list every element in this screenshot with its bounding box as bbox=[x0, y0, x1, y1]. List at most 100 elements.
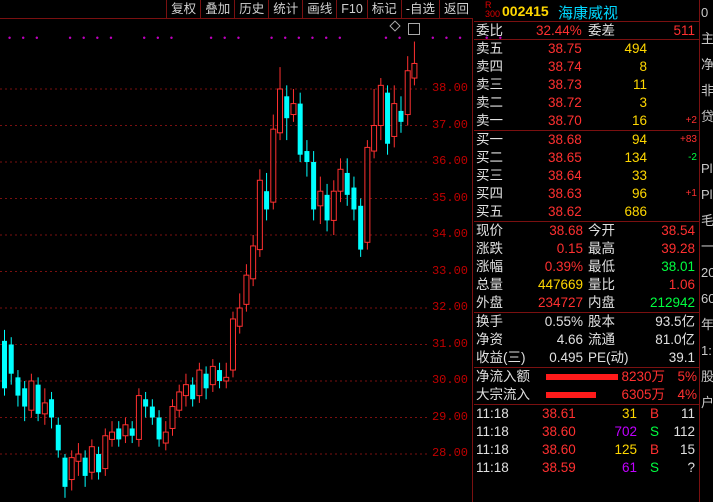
candle-body bbox=[203, 373, 209, 389]
tick-time: 11:18 bbox=[476, 460, 509, 475]
ask-row[interactable]: 卖三 38.73 11 bbox=[474, 76, 699, 94]
candle-body bbox=[143, 399, 149, 407]
quote-label: 收益(三) bbox=[476, 350, 526, 365]
quote-value: 0.55% bbox=[544, 314, 583, 329]
flow-value: 6305万 bbox=[621, 387, 665, 402]
quote-value: 38.01 bbox=[661, 259, 695, 274]
level-label: 卖四 bbox=[476, 59, 503, 74]
stock-header: R 300 002415 海康威视 bbox=[474, 0, 699, 22]
quote-value: 447669 bbox=[537, 277, 583, 292]
fundamentals-grid: 换手 0.55% 股本 93.5亿 净资 4.66 流通 81.0亿 收益(三) 0.495 PE(… bbox=[474, 313, 699, 368]
candle-body bbox=[35, 384, 41, 414]
quote-label: PE(动) bbox=[588, 350, 629, 365]
kline-chart[interactable]: • • • • • • • • • • • • • • • • • • • • … bbox=[0, 19, 502, 502]
quote-row: 现价 38.68 今开 38.54 bbox=[474, 222, 699, 240]
bid-book: 买一 38.68 94 +83 买二 38.65 134 -2 买三 38.64 33 买四 38.63… bbox=[474, 131, 699, 222]
bid-row[interactable]: 买二 38.65 134 -2 bbox=[474, 149, 699, 167]
right-edge-panel: 0 主净非贷 Pl Pl 毛一 20 60 年 1: 股户 bbox=[699, 0, 713, 502]
level-volume: 3 bbox=[639, 95, 647, 110]
bid-row[interactable]: 买三 38.64 33 bbox=[474, 167, 699, 185]
stock-name[interactable]: 海康威视 bbox=[558, 2, 618, 23]
candle-body bbox=[277, 88, 284, 134]
flow-bar bbox=[546, 392, 596, 398]
tick-price: 38.60 bbox=[542, 442, 576, 457]
candle-body bbox=[371, 125, 378, 152]
level-volume: 11 bbox=[632, 77, 647, 92]
level-label: 卖二 bbox=[476, 95, 503, 110]
level-label: 卖一 bbox=[476, 113, 503, 128]
edge-label: 毛 bbox=[701, 213, 713, 228]
quote-value: 4.66 bbox=[556, 332, 583, 347]
candle-body bbox=[324, 194, 330, 221]
stock-code[interactable]: 002415 bbox=[502, 3, 549, 19]
quote-label: 流通 bbox=[588, 332, 615, 347]
level-price: 38.62 bbox=[548, 204, 582, 219]
fund-flow: 净流入额 8230万 5% 大宗流入 6305万 4% bbox=[474, 368, 699, 405]
candle-body bbox=[102, 435, 109, 470]
candle-body bbox=[270, 128, 277, 203]
quote-label: 最高 bbox=[588, 241, 615, 256]
level-volume: 94 bbox=[631, 132, 647, 147]
candle-body bbox=[75, 453, 82, 462]
quote-panel: R 300 002415 海康威视 委比 32.44% 委差 511 卖五 38.7… bbox=[474, 0, 699, 502]
candle-body bbox=[109, 431, 116, 440]
weibi-row: 委比 32.44% 委差 511 bbox=[474, 22, 699, 40]
tick-price: 38.59 bbox=[542, 460, 576, 475]
bid-row[interactable]: 买一 38.68 94 +83 bbox=[474, 131, 699, 149]
level-volume: 16 bbox=[631, 113, 647, 128]
quote-value: 39.28 bbox=[661, 241, 695, 256]
ask-row[interactable]: 卖一 38.70 16 +2 bbox=[474, 112, 699, 130]
level-volume: 33 bbox=[631, 168, 647, 183]
price-axis-label: 33.00 bbox=[431, 263, 468, 278]
level-change: +2 bbox=[685, 115, 697, 126]
edge-label: 60 bbox=[701, 291, 713, 306]
price-axis-label: 29.00 bbox=[431, 409, 468, 424]
quote-label: 总量 bbox=[476, 277, 503, 292]
ask-row[interactable]: 卖五 38.75 494 bbox=[474, 40, 699, 58]
toolbar-item[interactable]: F10 bbox=[336, 0, 367, 19]
candle-body bbox=[129, 428, 135, 436]
toolbar-item[interactable]: -自选 bbox=[400, 0, 439, 19]
toolbar-item[interactable]: 统计 bbox=[268, 0, 302, 19]
edge-label: 非 bbox=[701, 83, 713, 98]
price-axis-label: 35.00 bbox=[431, 190, 468, 205]
toolbar-item[interactable]: 叠加 bbox=[200, 0, 234, 19]
candle-body bbox=[398, 110, 404, 122]
edge-label: 年 bbox=[701, 317, 713, 332]
candle-body bbox=[182, 384, 189, 397]
candle-body bbox=[330, 190, 337, 221]
quote-label: 股本 bbox=[588, 314, 615, 329]
candle-body bbox=[304, 151, 310, 162]
weicha-label: 委差 bbox=[588, 23, 615, 38]
quote-label: 量比 bbox=[588, 277, 615, 292]
candlestick-svg bbox=[0, 41, 430, 498]
candle-body bbox=[317, 190, 324, 207]
edge-label: 净 bbox=[701, 57, 713, 72]
flow-row: 大宗流入 6305万 4% bbox=[474, 386, 699, 404]
tick-count: 15 bbox=[679, 442, 695, 457]
flow-bar bbox=[546, 374, 618, 380]
edge-label: 20 bbox=[701, 265, 713, 280]
toolbar-item[interactable]: 复权 bbox=[166, 0, 200, 19]
bid-row[interactable]: 买四 38.63 96 +1 bbox=[474, 185, 699, 203]
level-label: 买三 bbox=[476, 168, 503, 183]
toolbar-item[interactable]: 标记 bbox=[366, 0, 401, 19]
candle-body bbox=[55, 424, 61, 451]
candle-body bbox=[209, 365, 216, 386]
candle-body bbox=[49, 399, 55, 418]
toolbar-item[interactable]: 历史 bbox=[234, 0, 268, 19]
toolbar-item[interactable]: 画线 bbox=[302, 0, 336, 19]
candle-body bbox=[68, 457, 75, 481]
candle-body bbox=[88, 446, 95, 473]
ask-row[interactable]: 卖二 38.72 3 bbox=[474, 94, 699, 112]
flow-row: 净流入额 8230万 5% bbox=[474, 368, 699, 386]
quote-label: 涨跌 bbox=[476, 241, 503, 256]
quote-row: 涨跌 0.15 最高 39.28 bbox=[474, 240, 699, 258]
ask-row[interactable]: 卖四 38.74 8 bbox=[474, 58, 699, 76]
quote-value: 81.0亿 bbox=[655, 332, 695, 347]
bid-row[interactable]: 买五 38.62 686 bbox=[474, 203, 699, 221]
candle-body bbox=[62, 457, 68, 487]
level-change: -2 bbox=[688, 152, 697, 163]
toolbar-item[interactable]: 返回 bbox=[438, 0, 473, 19]
level-label: 买二 bbox=[476, 150, 503, 165]
